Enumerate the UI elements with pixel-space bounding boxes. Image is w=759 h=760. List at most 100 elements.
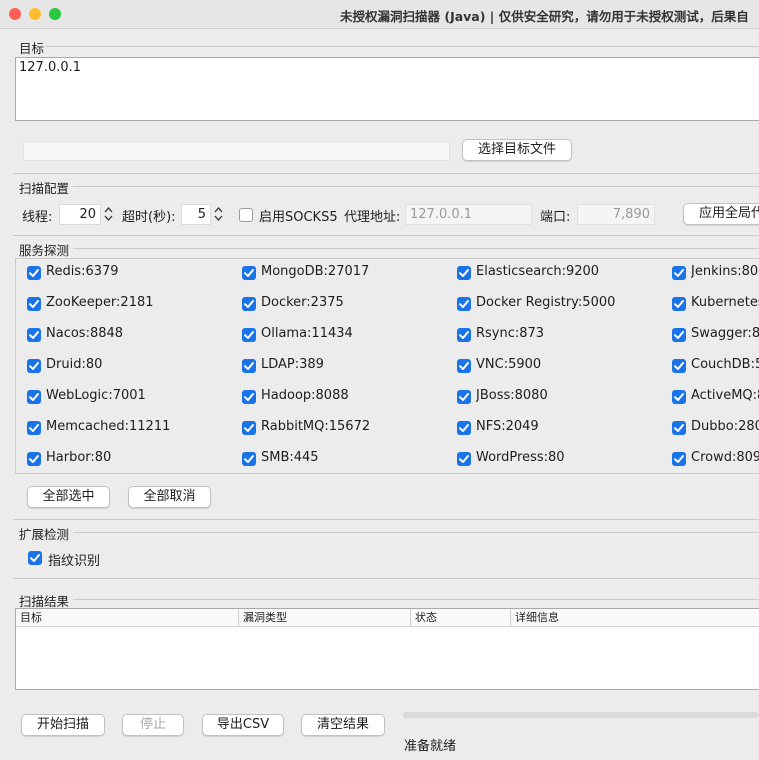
column-header-target[interactable]: 目标 (16, 609, 239, 626)
service-checkbox[interactable] (457, 297, 471, 311)
threads-stepper[interactable] (103, 204, 114, 224)
service-label: Ollama:11434 (261, 326, 353, 341)
checkmark-icon (29, 300, 39, 308)
results-group-border (73, 599, 759, 600)
checkmark-icon (244, 393, 254, 401)
target-group-title: 目标 (19, 41, 45, 56)
results-table[interactable]: 目标 漏洞类型 状态 详细信息 (15, 608, 759, 690)
checkmark-icon (244, 424, 254, 432)
service-label: Dubbo:280 (691, 419, 759, 434)
service-checkbox[interactable] (672, 421, 686, 435)
checkmark-icon (674, 300, 684, 308)
checkmark-icon (29, 424, 39, 432)
service-checkbox[interactable] (242, 328, 256, 342)
target-group-border (46, 46, 759, 47)
zoom-window-button[interactable] (49, 8, 61, 20)
threads-input[interactable]: 20 (59, 204, 101, 225)
service-checkbox[interactable] (242, 421, 256, 435)
service-checkbox[interactable] (242, 359, 256, 373)
service-label: ZooKeeper:2181 (46, 295, 154, 310)
service-checkbox[interactable] (457, 328, 471, 342)
service-checkbox[interactable] (672, 297, 686, 311)
service-checkbox[interactable] (27, 390, 41, 404)
service-label: Crowd:809 (691, 450, 759, 465)
timeout-stepper[interactable] (213, 204, 224, 224)
port-label: 端口: (540, 210, 571, 225)
scan-config-group-border (73, 186, 759, 187)
checkmark-icon (674, 269, 684, 277)
checkmark-icon (29, 455, 39, 463)
service-checkbox[interactable] (27, 328, 41, 342)
service-checkbox[interactable] (27, 452, 41, 466)
checkmark-icon (459, 393, 469, 401)
socks5-checkbox[interactable] (239, 208, 253, 222)
proxy-address-input[interactable]: 127.0.0.1 (405, 204, 532, 225)
service-label: Redis:6379 (46, 264, 119, 279)
scan-progress-bar (403, 712, 759, 718)
service-label: VNC:5900 (476, 357, 542, 372)
service-label: LDAP:389 (261, 357, 324, 372)
proxy-address-label: 代理地址: (344, 210, 401, 225)
close-window-button[interactable] (9, 8, 21, 20)
service-checkbox[interactable] (672, 452, 686, 466)
checkmark-icon (459, 300, 469, 308)
service-label: WordPress:80 (476, 450, 565, 465)
service-checkbox[interactable] (672, 359, 686, 373)
export-csv-button[interactable]: 导出CSV (202, 714, 284, 736)
service-label: Memcached:11211 (46, 419, 171, 434)
service-checkbox[interactable] (242, 390, 256, 404)
divider (13, 235, 759, 236)
title-bar: 未授权漏洞扫描器 (Java) | 仅供安全研究，请勿用于未授权测试，后果自 (0, 0, 759, 29)
status-text: 准备就绪 (404, 739, 457, 754)
apply-global-proxy-button[interactable]: 应用全局代 (683, 203, 759, 225)
service-label: JBoss:8080 (476, 388, 548, 403)
checkmark-icon (30, 554, 40, 562)
column-header-details[interactable]: 详细信息 (511, 609, 759, 626)
service-label: NFS:2049 (476, 419, 539, 434)
service-checkbox[interactable] (242, 297, 256, 311)
service-checkbox[interactable] (457, 359, 471, 373)
window-title: 未授权漏洞扫描器 (Java) | 仅供安全研究，请勿用于未授权测试，后果自 (340, 9, 749, 24)
timeout-input[interactable]: 5 (181, 204, 211, 225)
service-checkbox[interactable] (457, 421, 471, 435)
checkmark-icon (674, 424, 684, 432)
target-input[interactable]: 127.0.0.1 (15, 57, 759, 121)
fingerprint-checkbox[interactable] (28, 551, 42, 565)
service-checkbox[interactable] (27, 297, 41, 311)
service-checkbox[interactable] (457, 390, 471, 404)
port-input[interactable]: 7,890 (577, 204, 655, 225)
stepper-arrows-icon (104, 207, 113, 221)
service-label: Docker:2375 (261, 295, 344, 310)
minimize-window-button[interactable] (29, 8, 41, 20)
service-checkbox[interactable] (672, 266, 686, 280)
service-checkbox[interactable] (242, 266, 256, 280)
checkmark-icon (29, 393, 39, 401)
checkmark-icon (244, 269, 254, 277)
service-checkbox[interactable] (457, 452, 471, 466)
start-scan-button[interactable]: 开始扫描 (21, 714, 105, 736)
scan-config-group-title: 扫描配置 (19, 181, 70, 196)
service-checkbox[interactable] (242, 452, 256, 466)
service-checkbox[interactable] (27, 359, 41, 373)
choose-target-file-button[interactable]: 选择目标文件 (462, 139, 572, 161)
column-header-vuln-type[interactable]: 漏洞类型 (239, 609, 411, 626)
service-label: Kubernetes (691, 295, 759, 310)
service-checkbox[interactable] (672, 390, 686, 404)
divider (13, 173, 759, 174)
service-checkbox[interactable] (457, 266, 471, 280)
deselect-all-button[interactable]: 全部取消 (128, 486, 211, 508)
select-all-button[interactable]: 全部选中 (27, 486, 110, 508)
service-checkbox[interactable] (27, 421, 41, 435)
checkmark-icon (244, 331, 254, 339)
service-label: MongoDB:27017 (261, 264, 370, 279)
service-label: WebLogic:7001 (46, 388, 146, 403)
target-file-path-field[interactable] (23, 141, 450, 161)
service-checkbox[interactable] (672, 328, 686, 342)
clear-results-button[interactable]: 清空结果 (301, 714, 385, 736)
service-label: ActiveMQ:8 (691, 388, 759, 403)
column-header-status[interactable]: 状态 (411, 609, 511, 626)
stop-button[interactable]: 停止 (122, 714, 184, 736)
service-checkbox[interactable] (27, 266, 41, 280)
checkmark-icon (674, 393, 684, 401)
checkmark-icon (459, 362, 469, 370)
